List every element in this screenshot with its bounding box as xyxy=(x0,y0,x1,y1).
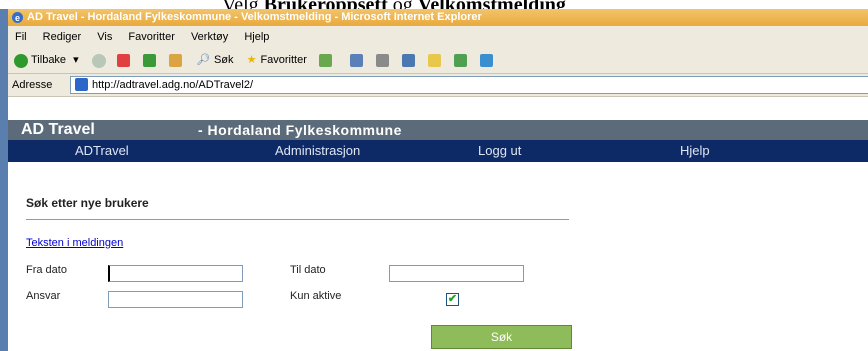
search-icon[interactable]: 🔎︎ xyxy=(196,48,210,73)
ansvar-label: Ansvar xyxy=(26,290,61,302)
svg-text:e: e xyxy=(15,13,20,23)
menu-rediger[interactable]: Rediger xyxy=(43,31,82,43)
favorites-star-icon[interactable]: ★ xyxy=(247,48,257,73)
print-icon[interactable] xyxy=(376,54,390,67)
content-area xyxy=(8,162,868,351)
nav-hjelp[interactable]: Hjelp xyxy=(680,140,710,162)
message-text-link[interactable]: Teksten i meldingen xyxy=(26,237,123,249)
address-input[interactable]: http://adtravel.adg.no/ADTravel2/ xyxy=(70,76,868,94)
kun-aktive-checkbox[interactable]: ✔ xyxy=(446,293,459,306)
fra-dato-input[interactable] xyxy=(108,265,243,282)
menu-favoritter[interactable]: Favoritter xyxy=(128,31,174,43)
window-left-edge xyxy=(0,9,8,351)
research-icon[interactable] xyxy=(480,54,494,67)
app-brand: AD Travel xyxy=(21,121,95,138)
menu-verktoy[interactable]: Verktøy xyxy=(191,31,228,43)
back-arrow-icon[interactable] xyxy=(14,53,28,68)
nav-logg-ut[interactable]: Logg ut xyxy=(478,140,521,162)
menu-vis[interactable]: Vis xyxy=(97,31,112,43)
browser-toolbar: Tilbake ▾ 🔎︎ Søk ★ Favoritter xyxy=(8,48,868,74)
address-url: http://adtravel.adg.no/ADTravel2/ xyxy=(92,79,254,91)
ansvar-input[interactable] xyxy=(108,291,243,308)
home-icon[interactable] xyxy=(168,54,182,67)
refresh-icon[interactable] xyxy=(142,54,156,67)
back-button[interactable]: Tilbake xyxy=(31,48,66,73)
address-bar: Adresse http://adtravel.adg.no/ADTravel2… xyxy=(8,74,868,97)
edit-icon[interactable] xyxy=(402,54,416,67)
nav-administrasjon[interactable]: Administrasjon xyxy=(275,140,360,162)
menubar: Fil Rediger Vis Favoritter Verktøy Hjelp xyxy=(8,26,868,49)
app-navbar: ADTravel Administrasjon Logg ut Hjelp xyxy=(8,140,868,162)
page-icon xyxy=(75,78,88,91)
search-heading: Søk etter nye brukere xyxy=(26,196,149,210)
stop-icon[interactable] xyxy=(116,54,130,67)
fra-dato-label: Fra dato xyxy=(26,264,67,276)
app-title-bar: AD Travel - Hordaland Fylkeskommune xyxy=(8,120,868,140)
window-title: AD Travel - Hordaland Fylkeskommune - Ve… xyxy=(27,11,482,23)
messenger-icon[interactable] xyxy=(454,54,468,67)
app-organization: - Hordaland Fylkeskommune xyxy=(198,122,402,138)
internet-explorer-icon: e xyxy=(11,11,24,24)
search-button[interactable]: Søk xyxy=(214,48,234,73)
window-titlebar[interactable]: e AD Travel - Hordaland Fylkeskommune - … xyxy=(8,9,868,26)
nav-adtravel[interactable]: ADTravel xyxy=(75,140,129,162)
address-label: Adresse xyxy=(12,79,53,91)
folder-icon[interactable] xyxy=(428,54,442,67)
heading-divider xyxy=(26,219,569,220)
menu-hjelp[interactable]: Hjelp xyxy=(244,31,269,43)
checkmark-icon: ✔ xyxy=(447,293,458,305)
sok-button[interactable]: Søk xyxy=(431,325,572,349)
kun-aktive-label: Kun aktive xyxy=(290,290,342,302)
favorites-button[interactable]: Favoritter xyxy=(260,48,306,73)
til-dato-label: Til dato xyxy=(290,264,326,276)
mail-icon[interactable] xyxy=(350,54,364,67)
til-dato-input[interactable] xyxy=(389,265,524,282)
menu-fil[interactable]: Fil xyxy=(15,31,27,43)
forward-arrow-icon[interactable] xyxy=(91,53,106,68)
back-dropdown-icon[interactable]: ▾ xyxy=(73,48,79,73)
history-icon[interactable] xyxy=(318,54,332,67)
